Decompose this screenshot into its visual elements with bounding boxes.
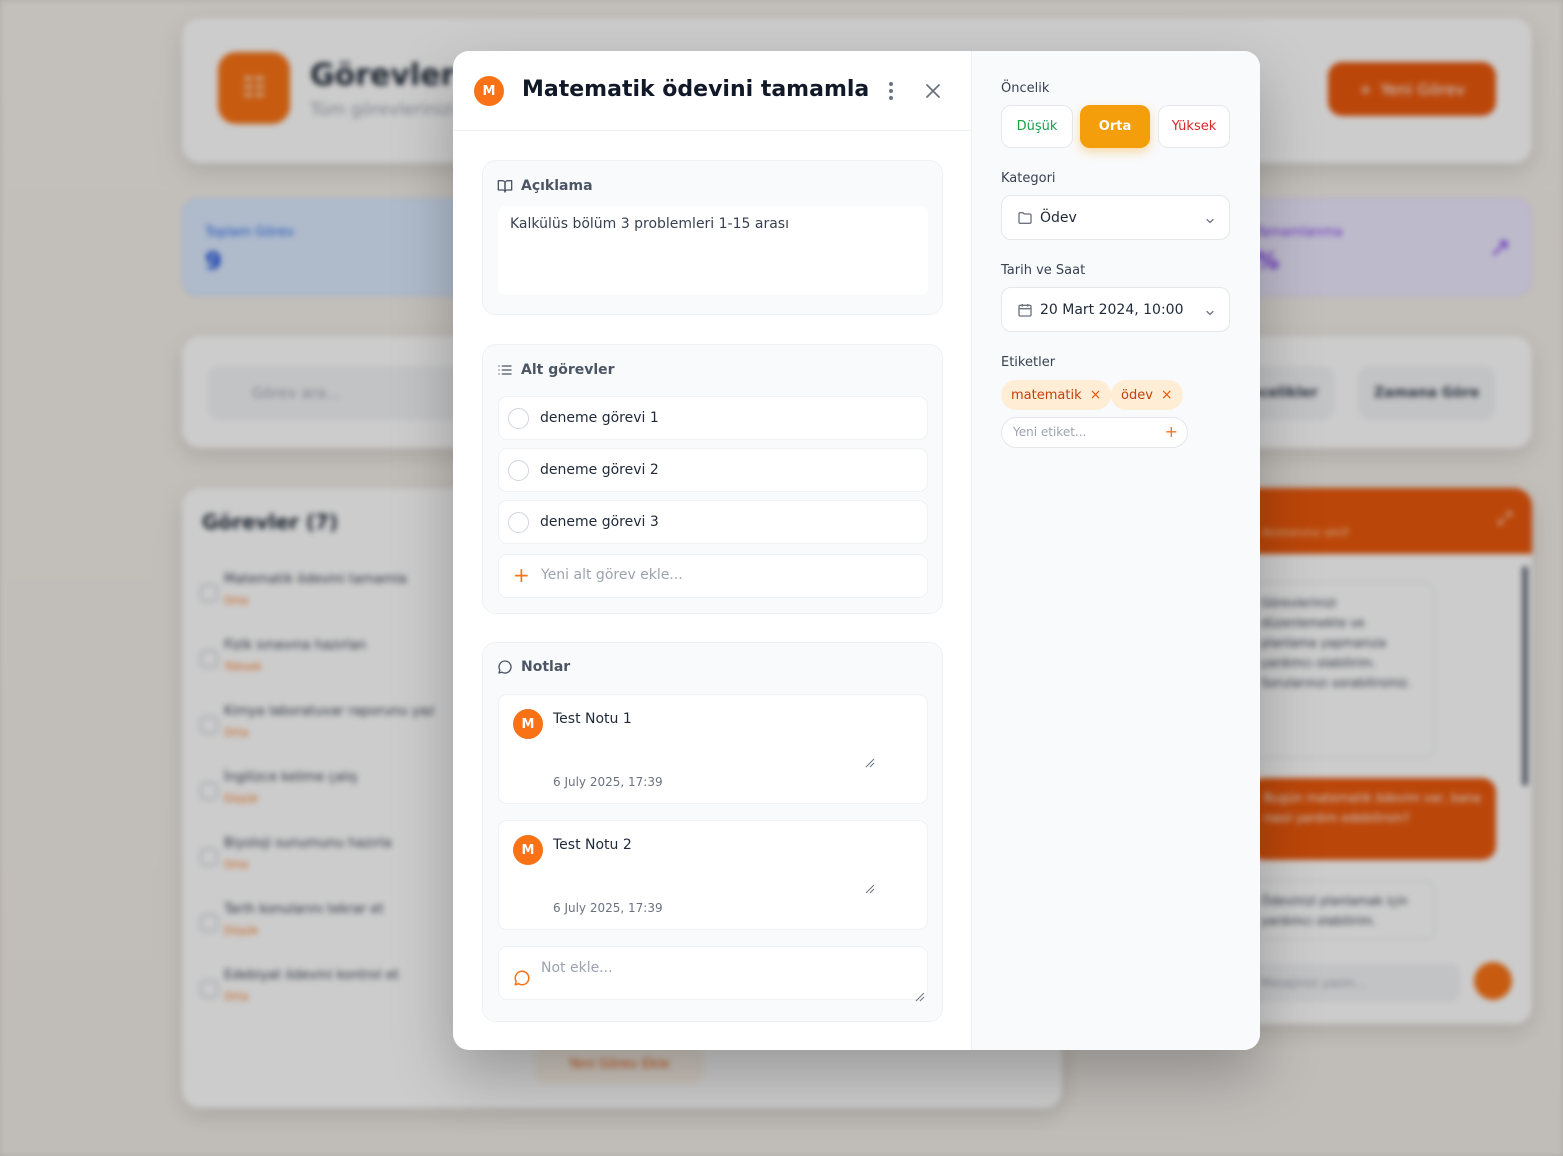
- description-section: Açıklama Kalkülüs bölüm 3 problemleri 1-…: [482, 160, 943, 315]
- add-tag-icon[interactable]: +: [1165, 423, 1178, 441]
- notes-section: Notlar M Test Notu 1 6 July 2025, 17:39 …: [482, 642, 943, 1022]
- category-label: Kategori: [1001, 171, 1056, 186]
- subtask-item: deneme görevi 1: [498, 396, 928, 440]
- priority-low-button[interactable]: Düşük: [1001, 105, 1073, 148]
- subtask-label: deneme görevi 3: [540, 514, 659, 530]
- resize-handle-icon[interactable]: [865, 879, 875, 894]
- new-subtask-input[interactable]: [541, 567, 911, 583]
- task-detail-modal: M Matematik ödevini tamamla Açıklama Kal…: [453, 51, 1260, 1050]
- note-text[interactable]: Test Notu 2: [553, 837, 632, 853]
- subtasks-section: Alt görevler deneme görevi 1 deneme göre…: [482, 344, 943, 614]
- subtask-checkbox[interactable]: [508, 460, 529, 481]
- note-date: 6 July 2025, 17:39: [553, 775, 663, 789]
- remove-tag-icon[interactable]: ×: [1090, 388, 1102, 402]
- remove-tag-icon[interactable]: ×: [1161, 388, 1173, 402]
- resize-handle-icon[interactable]: [915, 987, 925, 1002]
- subtask-item: deneme görevi 3: [498, 500, 928, 544]
- chevron-down-icon: [1204, 212, 1216, 231]
- subtask-item: deneme görevi 2: [498, 448, 928, 492]
- subtask-checkbox[interactable]: [508, 408, 529, 429]
- note-text[interactable]: Test Notu 1: [553, 711, 632, 727]
- folder-icon: [1017, 210, 1033, 230]
- plus-icon[interactable]: +: [513, 565, 530, 585]
- task-title[interactable]: Matematik ödevini tamamla: [522, 77, 869, 102]
- priority-label: Öncelik: [1001, 81, 1050, 96]
- category-select[interactable]: Ödev: [1001, 195, 1230, 240]
- notes-heading: Notlar: [497, 659, 570, 675]
- avatar: M: [513, 835, 543, 865]
- new-tag-input[interactable]: [1013, 425, 1153, 439]
- message-circle-icon: [513, 969, 531, 991]
- tag-chip: matematik ×: [1001, 380, 1112, 410]
- chevron-down-icon: [1204, 304, 1216, 323]
- tag-chip: ödev ×: [1111, 380, 1183, 410]
- description-heading: Açıklama: [497, 178, 593, 194]
- new-tag-field: +: [1001, 417, 1188, 448]
- note-item: M Test Notu 2 6 July 2025, 17:39: [498, 820, 928, 930]
- subtask-label: deneme görevi 1: [540, 410, 659, 426]
- description-textarea[interactable]: Kalkülüs bölüm 3 problemleri 1-15 arası: [498, 206, 928, 295]
- tag-label: ödev: [1121, 387, 1153, 403]
- new-note-input[interactable]: [541, 960, 911, 976]
- modal-main-column: M Matematik ödevini tamamla Açıklama Kal…: [453, 51, 972, 1050]
- calendar-icon: [1017, 302, 1033, 322]
- subtask-label: deneme görevi 2: [540, 462, 659, 478]
- category-value: Ödev: [1040, 210, 1077, 226]
- resize-handle-icon[interactable]: [865, 753, 875, 768]
- more-options-icon[interactable]: [879, 79, 903, 103]
- priority-medium-button[interactable]: Orta: [1080, 105, 1150, 148]
- book-open-icon: [497, 178, 513, 194]
- add-note-row: [498, 946, 928, 1002]
- subtask-checkbox[interactable]: [508, 512, 529, 533]
- datetime-select[interactable]: 20 Mart 2024, 10:00: [1001, 287, 1230, 332]
- note-date: 6 July 2025, 17:39: [553, 901, 663, 915]
- tags-label: Etiketler: [1001, 355, 1056, 370]
- list-icon: [497, 362, 513, 378]
- message-circle-icon: [497, 659, 513, 675]
- modal-header: M Matematik ödevini tamamla: [453, 51, 971, 131]
- priority-high-button[interactable]: Yüksek: [1158, 105, 1230, 148]
- subtasks-heading: Alt görevler: [497, 362, 615, 378]
- close-icon[interactable]: [921, 79, 945, 103]
- avatar: M: [513, 709, 543, 739]
- avatar: M: [474, 76, 504, 106]
- tag-label: matematik: [1011, 387, 1082, 403]
- modal-side-panel: Öncelik Düşük Orta Yüksek Kategori Ödev …: [972, 51, 1260, 1050]
- datetime-label: Tarih ve Saat: [1001, 263, 1086, 278]
- add-subtask-row: +: [498, 554, 928, 598]
- note-item: M Test Notu 1 6 July 2025, 17:39: [498, 694, 928, 804]
- datetime-value: 20 Mart 2024, 10:00: [1040, 302, 1184, 318]
